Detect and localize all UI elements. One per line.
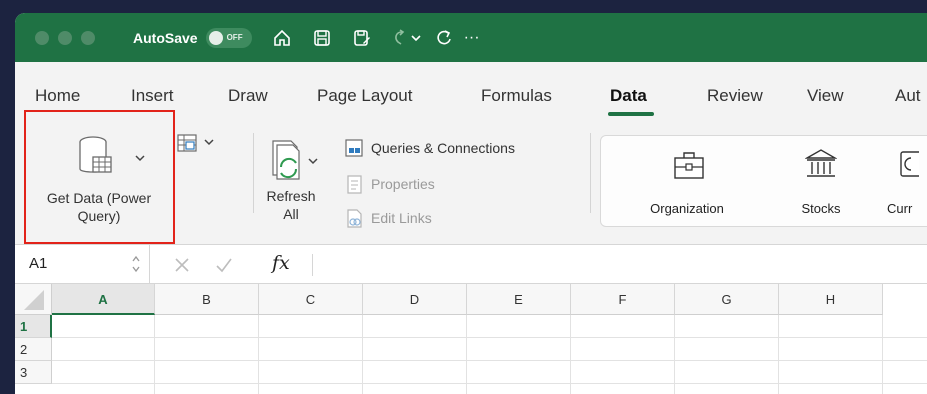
zoom-window-button[interactable] bbox=[81, 30, 95, 45]
cell-a1[interactable] bbox=[52, 315, 155, 338]
edit-links-label: Edit Links bbox=[371, 210, 432, 226]
queries-connections-button[interactable]: Queries & Connections bbox=[345, 137, 575, 161]
tab-review[interactable]: Review bbox=[707, 86, 763, 106]
column-header-a[interactable]: A bbox=[52, 284, 155, 315]
edit-links-icon bbox=[345, 209, 365, 234]
organization-label: Organization bbox=[650, 201, 724, 216]
ribbon-separator bbox=[590, 133, 591, 213]
column-header-d[interactable]: D bbox=[363, 284, 467, 315]
stocks-label: Stocks bbox=[801, 201, 841, 216]
grid-row-line bbox=[52, 383, 927, 384]
properties-icon bbox=[345, 175, 365, 200]
tab-insert[interactable]: Insert bbox=[131, 86, 174, 106]
column-header-h[interactable]: H bbox=[779, 284, 883, 315]
formula-separator bbox=[312, 254, 313, 276]
column-header-g[interactable]: G bbox=[675, 284, 779, 315]
properties-label: Properties bbox=[371, 176, 435, 192]
tab-home[interactable]: Home bbox=[35, 86, 80, 106]
ribbon-separator bbox=[253, 133, 254, 213]
grid-row-line bbox=[52, 337, 927, 338]
active-tab-indicator bbox=[608, 112, 654, 116]
column-header-c[interactable]: C bbox=[259, 284, 363, 315]
autosave-toggle[interactable]: OFF bbox=[205, 27, 252, 48]
tab-data[interactable]: Data bbox=[610, 86, 647, 106]
home-icon[interactable] bbox=[272, 28, 292, 48]
refresh-label: Refresh All bbox=[261, 187, 321, 223]
tab-page-layout[interactable]: Page Layout bbox=[317, 86, 412, 106]
tab-formulas[interactable]: Formulas bbox=[481, 86, 552, 106]
currencies-data-type-button[interactable]: Curr bbox=[887, 142, 927, 222]
column-header-e[interactable]: E bbox=[467, 284, 571, 315]
from-table-button[interactable] bbox=[177, 133, 217, 158]
worksheet-grid: ABCDEFGH 123 bbox=[15, 284, 927, 394]
tab-view[interactable]: View bbox=[807, 86, 844, 106]
undo-icon[interactable] bbox=[390, 28, 410, 48]
tab-draw[interactable]: Draw bbox=[228, 86, 268, 106]
minimize-window-button[interactable] bbox=[58, 30, 72, 45]
window-controls bbox=[35, 30, 95, 45]
queries-connections-label: Queries & Connections bbox=[371, 140, 515, 156]
currencies-label: Curr bbox=[887, 201, 913, 216]
insert-function-icon[interactable]: fx bbox=[272, 252, 290, 274]
formula-bar: A1 fx bbox=[15, 244, 927, 284]
select-all-corner[interactable] bbox=[15, 284, 52, 315]
currency-icon bbox=[899, 150, 924, 185]
refresh-label-line2: All bbox=[283, 206, 299, 222]
tab-automate[interactable]: Aut bbox=[895, 86, 921, 106]
undo-dropdown-chevron-icon[interactable] bbox=[410, 28, 422, 48]
excel-window: AutoSave OFF ··· Home Insert Draw Page L… bbox=[15, 13, 927, 394]
toggle-knob bbox=[208, 30, 223, 45]
more-options-icon[interactable]: ··· bbox=[464, 29, 480, 47]
save-icon[interactable] bbox=[312, 28, 332, 48]
row-header-1[interactable]: 1 bbox=[15, 315, 52, 338]
organization-data-type-button[interactable]: Organization bbox=[637, 142, 737, 222]
refresh-all-button[interactable]: Refresh All bbox=[261, 139, 321, 239]
grid-row-line bbox=[52, 360, 927, 361]
stocks-data-type-button[interactable]: Stocks bbox=[781, 142, 861, 222]
name-box[interactable]: A1 bbox=[15, 245, 150, 283]
bank-icon bbox=[804, 148, 838, 185]
ribbon-tabs: Home Insert Draw Page Layout Formulas Da… bbox=[15, 62, 927, 117]
edit-links-button[interactable]: Edit Links bbox=[345, 207, 485, 231]
close-window-button[interactable] bbox=[35, 30, 49, 45]
briefcase-icon bbox=[673, 150, 705, 185]
formula-input[interactable] bbox=[321, 245, 921, 283]
enter-checkmark-icon[interactable] bbox=[215, 256, 233, 279]
refresh-icon bbox=[269, 139, 319, 186]
redo-icon[interactable] bbox=[434, 28, 454, 48]
name-box-stepper-icon[interactable] bbox=[131, 254, 141, 279]
refresh-label-line1: Refresh bbox=[266, 188, 316, 204]
save-as-icon[interactable] bbox=[352, 28, 372, 48]
row-header-2[interactable]: 2 bbox=[15, 338, 52, 361]
row-header-3[interactable]: 3 bbox=[15, 361, 52, 384]
data-types-gallery: Organization Stocks Curr bbox=[600, 135, 927, 227]
column-header-b[interactable]: B bbox=[155, 284, 259, 315]
toggle-state-label: OFF bbox=[226, 33, 243, 42]
title-bar: AutoSave OFF ··· bbox=[15, 13, 927, 62]
properties-button[interactable]: Properties bbox=[345, 173, 485, 197]
column-header-f[interactable]: F bbox=[571, 284, 675, 315]
cancel-icon[interactable] bbox=[173, 256, 191, 279]
queries-connections-icon bbox=[345, 139, 365, 164]
get-data-highlight-box bbox=[24, 110, 175, 244]
name-box-value: A1 bbox=[29, 255, 48, 272]
autosave-label: AutoSave bbox=[133, 29, 198, 46]
